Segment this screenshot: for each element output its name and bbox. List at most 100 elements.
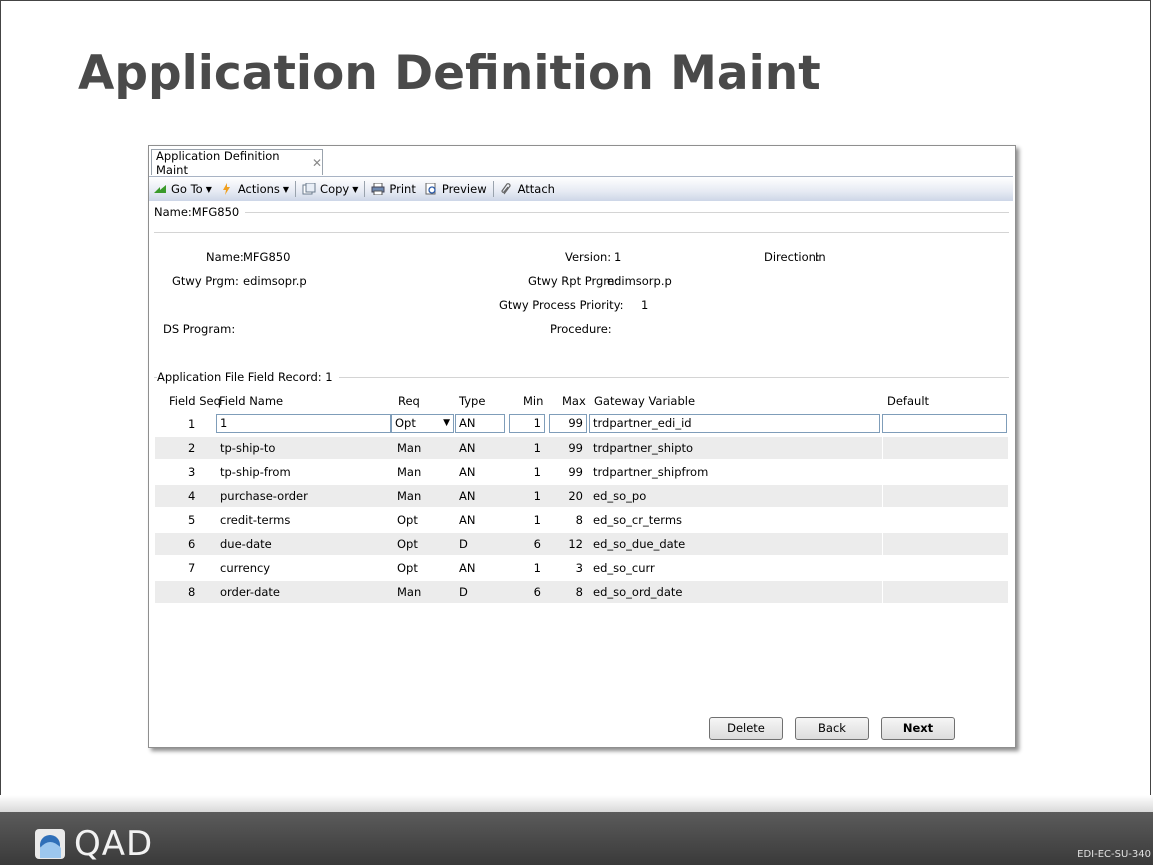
field-name-input[interactable]: 1: [216, 414, 391, 433]
paperclip-icon: [501, 183, 511, 195]
attach-label: Attach: [517, 182, 555, 196]
dropdown-arrow-icon[interactable]: ▼: [443, 415, 450, 432]
direction-label: Direction:: [764, 250, 820, 264]
goto-label: Go To: [171, 182, 203, 196]
goto-button[interactable]: Go To ▼: [149, 182, 216, 196]
gateway-variable: ed_so_ord_date: [593, 585, 683, 599]
ds-program-label: DS Program:: [163, 322, 236, 336]
field-name: tp-ship-from: [220, 465, 291, 479]
back-button[interactable]: Back: [795, 717, 869, 740]
req-select[interactable]: Opt ▼: [391, 414, 454, 433]
gtwy-prgm-value: edimsopr.p: [243, 274, 307, 288]
version-label: Version:: [565, 250, 612, 264]
gtwy-rpt-prgm-label: Gtwy Rpt Prgm:: [528, 274, 619, 288]
column-divider: [882, 533, 883, 555]
type-input[interactable]: AN: [455, 414, 505, 433]
gateway-variable: ed_so_due_date: [593, 537, 686, 551]
toolbar: Go To ▼ Actions ▼ Copy ▼ Print Preview Atta…: [149, 176, 1013, 201]
attach-button[interactable]: Attach: [496, 182, 559, 196]
print-button[interactable]: Print: [367, 182, 419, 196]
table-row[interactable]: 6 due-date Opt D 6 12 ed_so_due_date: [155, 533, 1008, 555]
column-divider: [882, 485, 883, 507]
field-seq: 1: [188, 417, 196, 431]
goto-arrow-icon: [154, 185, 166, 193]
name-value: MFG850: [243, 250, 291, 264]
req-value: Man: [397, 489, 422, 503]
field-seq: 8: [188, 585, 196, 599]
type-value: AN: [459, 465, 476, 479]
form-divider: [154, 232, 1009, 233]
version-value: 1: [614, 250, 622, 264]
type-value: D: [459, 537, 468, 551]
qad-logo-icon: [35, 829, 65, 859]
max-input[interactable]: 99: [549, 414, 587, 433]
min-value: 1: [533, 441, 541, 455]
procedure-label: Procedure:: [550, 322, 612, 336]
min-value: 1: [533, 489, 541, 503]
direction-value: In: [815, 250, 826, 264]
field-seq: 7: [188, 561, 196, 575]
close-icon[interactable]: ✕: [312, 156, 322, 170]
toolbar-divider: [295, 181, 297, 197]
max-value: 20: [568, 489, 583, 503]
column-divider: [882, 581, 883, 603]
chevron-down-icon: ▼: [205, 184, 212, 194]
gtwy-prgm-label: Gtwy Prgm:: [172, 274, 239, 288]
gateway-variable: ed_so_po: [593, 489, 647, 503]
field-name: due-date: [220, 537, 272, 551]
req-value: Man: [397, 465, 422, 479]
min-value: 1: [533, 465, 541, 479]
req-value: Opt: [397, 537, 418, 551]
gateway-variable: ed_so_cr_terms: [593, 513, 683, 527]
max-value: 99: [568, 441, 583, 455]
min-value: 1: [533, 561, 541, 575]
gateway-variable-input[interactable]: trdpartner_edi_id: [589, 414, 880, 433]
printer-icon: [371, 183, 385, 195]
chevron-down-icon: ▼: [282, 184, 290, 194]
actions-label: Actions: [237, 182, 280, 196]
column-header-field-name: Field Name: [219, 394, 284, 408]
table-row[interactable]: 5 credit-terms Opt AN 1 8 ed_so_cr_terms: [155, 509, 1008, 531]
min-input[interactable]: 1: [509, 414, 545, 433]
column-header-max: Max: [562, 394, 586, 408]
req-select-value: Opt: [395, 416, 416, 430]
preview-button[interactable]: Preview: [420, 182, 491, 196]
max-value: 99: [568, 465, 583, 479]
qad-logo: QAD: [34, 824, 153, 864]
table-row[interactable]: 7 currency Opt AN 1 3 ed_so_curr: [155, 557, 1008, 579]
field-name: tp-ship-to: [220, 441, 276, 455]
priority-value: 1: [641, 298, 649, 312]
min-value: 6: [533, 537, 541, 551]
slide-title: Application Definition Maint: [78, 46, 821, 101]
type-value: AN: [459, 489, 476, 503]
default-input[interactable]: [882, 414, 1007, 433]
delete-button[interactable]: Delete: [709, 717, 783, 740]
field-name: credit-terms: [220, 513, 291, 527]
tab-application-definition[interactable]: Application Definition Maint ✕: [151, 148, 323, 177]
type-value: AN: [459, 513, 476, 527]
table-row[interactable]: 4 purchase-order Man AN 1 20 ed_so_po: [155, 485, 1008, 507]
field-seq: 2: [188, 441, 196, 455]
tab-label: Application Definition Maint: [156, 148, 280, 177]
max-value: 12: [568, 537, 583, 551]
toolbar-divider: [364, 181, 366, 197]
table-row[interactable]: 2 tp-ship-to Man AN 1 99 trdpartner_ship…: [155, 437, 1008, 459]
field-name: currency: [220, 561, 271, 575]
type-value: AN: [459, 561, 476, 575]
preview-label: Preview: [441, 182, 487, 196]
gateway-variable: trdpartner_shipfrom: [593, 465, 709, 479]
field-name: order-date: [220, 585, 281, 599]
copy-button[interactable]: Copy ▼: [298, 182, 362, 196]
req-value: Man: [397, 585, 422, 599]
column-header-gateway-variable: Gateway Variable: [594, 394, 696, 408]
next-button[interactable]: Next: [881, 717, 955, 740]
table-row[interactable]: 8 order-date Man D 6 8 ed_so_ord_date: [155, 581, 1008, 603]
field-seq: 4: [188, 489, 196, 503]
req-value: Man: [397, 441, 422, 455]
table-row-editing[interactable]: 1 1 Opt ▼ AN 1 99 trdpartner_edi_id: [155, 413, 1008, 435]
column-divider: [882, 437, 883, 459]
field-name: purchase-order: [220, 489, 308, 503]
actions-button[interactable]: Actions ▼: [216, 182, 293, 196]
gateway-variable: ed_so_curr: [593, 561, 655, 575]
table-row[interactable]: 3 tp-ship-from Man AN 1 99 trdpartner_sh…: [155, 461, 1008, 483]
